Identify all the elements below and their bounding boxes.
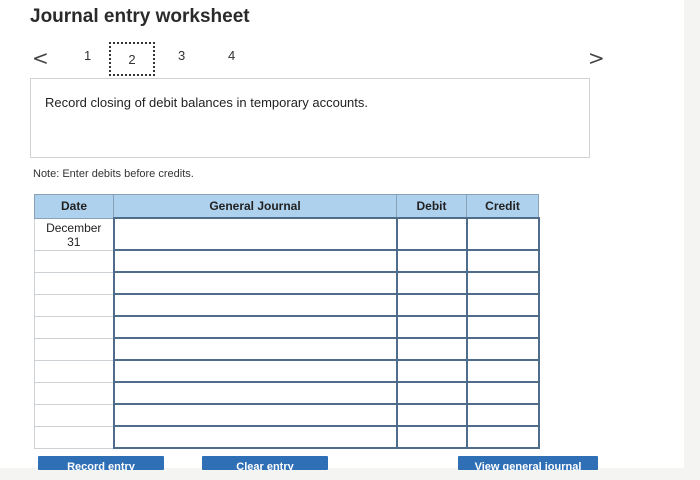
general-journal-header: General Journal [113, 194, 397, 219]
table-row [34, 381, 540, 405]
debit-input[interactable] [395, 381, 468, 405]
step-2-tab-active[interactable]: 2 [109, 42, 155, 76]
credit-input[interactable] [465, 293, 540, 317]
account-input[interactable] [112, 217, 398, 251]
date-day: 31 [67, 234, 81, 249]
debit-input[interactable] [395, 217, 468, 251]
view-general-journal-button[interactable]: View general journal [458, 456, 598, 470]
worksheet-panel: Journal entry worksheet < 1 2 3 4 > Reco… [0, 0, 684, 470]
credit-input[interactable] [465, 359, 540, 383]
step-4-tab[interactable]: 4 [228, 48, 235, 63]
account-input[interactable] [112, 315, 398, 339]
date-cell[interactable] [34, 249, 114, 273]
date-cell[interactable] [34, 381, 114, 405]
credit-input[interactable] [465, 337, 540, 361]
account-input[interactable] [112, 381, 398, 405]
table-row [34, 425, 540, 449]
account-input[interactable] [112, 337, 398, 361]
credit-input[interactable] [465, 315, 540, 339]
next-step-icon[interactable]: > [588, 46, 605, 70]
debit-input[interactable] [395, 359, 468, 383]
table-row [34, 315, 540, 339]
debit-input[interactable] [395, 403, 468, 427]
credit-input[interactable] [465, 271, 540, 295]
step-1-tab[interactable]: 1 [84, 48, 91, 63]
credit-input[interactable] [465, 217, 540, 251]
debit-input[interactable] [395, 315, 468, 339]
table-row [34, 293, 540, 317]
table-row [34, 271, 540, 295]
credit-input[interactable] [465, 249, 540, 273]
credit-input[interactable] [465, 425, 540, 449]
date-cell[interactable] [34, 293, 114, 317]
prev-step-icon[interactable]: < [32, 46, 49, 70]
credit-input[interactable] [465, 403, 540, 427]
date-cell[interactable]: December 31 [34, 217, 114, 251]
table-row [34, 403, 540, 427]
credit-input[interactable] [465, 381, 540, 405]
table-row [34, 249, 540, 273]
step-navigation: < 1 2 3 4 > [0, 40, 684, 76]
credit-header: Credit [466, 194, 539, 219]
date-cell[interactable] [34, 271, 114, 295]
page-title: Journal entry worksheet [30, 6, 250, 27]
debit-input[interactable] [395, 337, 468, 361]
account-input[interactable] [112, 359, 398, 383]
table-header-row: Date General Journal Debit Credit [34, 194, 539, 219]
step-3-tab[interactable]: 3 [178, 48, 185, 63]
table-row [34, 359, 540, 383]
debit-input[interactable] [395, 293, 468, 317]
clear-entry-button[interactable]: Clear entry [202, 456, 328, 470]
date-header: Date [34, 194, 114, 219]
instruction-box: Record closing of debit balances in temp… [30, 78, 590, 158]
instruction-text: Record closing of debit balances in temp… [45, 95, 369, 110]
date-cell[interactable] [34, 425, 114, 449]
journal-table: Date General Journal Debit Credit Decemb… [34, 194, 540, 449]
account-input[interactable] [112, 293, 398, 317]
debit-input[interactable] [395, 271, 468, 295]
debit-header: Debit [396, 194, 467, 219]
account-input[interactable] [112, 425, 398, 449]
date-month: December [46, 220, 102, 235]
note-text: Note: Enter debits before credits. [33, 168, 194, 180]
record-entry-button[interactable]: Record entry [38, 456, 164, 470]
date-cell[interactable] [34, 337, 114, 361]
account-input[interactable] [112, 271, 398, 295]
account-input[interactable] [112, 249, 398, 273]
table-row [34, 337, 540, 361]
date-cell[interactable] [34, 359, 114, 383]
account-input[interactable] [112, 403, 398, 427]
debit-input[interactable] [395, 249, 468, 273]
date-cell[interactable] [34, 403, 114, 427]
date-cell[interactable] [34, 315, 114, 339]
debit-input[interactable] [395, 425, 468, 449]
table-row: December 31 [34, 217, 540, 251]
